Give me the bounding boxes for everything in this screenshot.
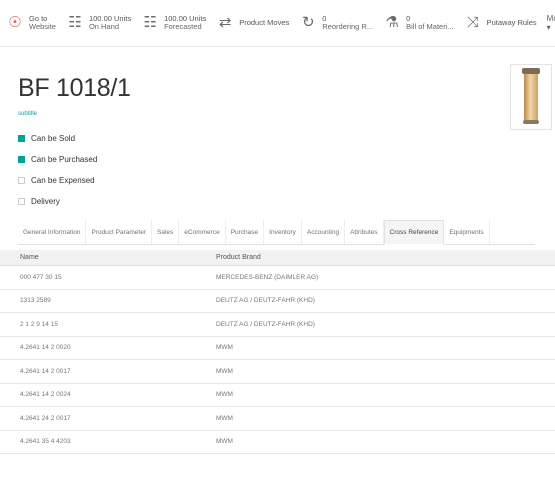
- subtitle-link[interactable]: subtitle: [18, 111, 37, 117]
- checkbox-label: Can be Expensed: [31, 176, 95, 185]
- table-row[interactable]: 4.2641 24 2 0017 MWM: [0, 407, 555, 431]
- smart-button-refresh[interactable]: ↻ 0 Reordering R...: [293, 0, 377, 46]
- tab-equipments[interactable]: Equipments: [444, 220, 490, 244]
- cell-name: 4.2641 14 2 0024: [20, 391, 71, 399]
- smart-button-value: Product Moves: [239, 18, 290, 27]
- cross-reference-table: Name Product Brand 000 477 30 15 MERCEDES…: [0, 250, 555, 454]
- checkbox-row[interactable]: Delivery: [18, 191, 97, 212]
- cell-name: 4.2641 24 2 0017: [20, 414, 71, 422]
- tab-purchase[interactable]: Purchase: [226, 220, 265, 244]
- cubes-icon: ☷: [68, 14, 82, 31]
- refresh-icon: ↻: [301, 14, 315, 31]
- cell-product-brand: MWM: [216, 391, 233, 399]
- flask-icon: ⚗: [385, 14, 399, 31]
- product-title[interactable]: BF 1018/1: [18, 74, 131, 103]
- smart-button-cubes[interactable]: ☷ 100.00 Units Forecasted: [135, 0, 210, 46]
- column-header-name[interactable]: Name: [0, 254, 216, 261]
- cell-name: 2 1 2 9 14 15: [20, 320, 58, 328]
- more-dropdown[interactable]: More ▾: [541, 10, 555, 36]
- checkbox-row[interactable]: Can be Purchased: [18, 149, 97, 170]
- cell-product-brand: MWM: [216, 414, 233, 422]
- cubes-icon: ☷: [143, 14, 157, 31]
- smart-button-bar: ☉ Go to Website ☷ 100.00 Units On Hand ☷ 100.00…: [0, 0, 555, 47]
- smart-button-random[interactable]: ⤨ Putaway Rules: [458, 0, 541, 46]
- product-image[interactable]: [510, 64, 552, 130]
- random-icon: ⤨: [466, 14, 479, 31]
- exchange-icon: ⇄: [218, 14, 232, 31]
- table-row[interactable]: 000 477 30 15 MERCEDES-BENZ (DAIMLER AG): [0, 266, 555, 290]
- smart-button-label: Reordering R...: [322, 22, 374, 31]
- checkbox[interactable]: [18, 156, 25, 163]
- table-header: Name Product Brand: [0, 250, 555, 266]
- smart-button-exchange[interactable]: ⇄ Product Moves: [210, 0, 293, 46]
- checkbox-row[interactable]: Can be Sold: [18, 128, 97, 149]
- cell-product-brand: DEUTZ AG / DEUTZ-FAHR (KHD): [216, 297, 315, 305]
- globe-icon: ☉: [8, 14, 22, 31]
- tab-sales[interactable]: Sales: [152, 220, 180, 244]
- cell-product-brand: MWM: [216, 367, 233, 375]
- checkbox[interactable]: [18, 198, 25, 205]
- tab-general-information[interactable]: General Information: [18, 220, 87, 244]
- tab-attributes[interactable]: Attributes: [345, 220, 384, 244]
- checkbox-row[interactable]: Can be Expensed: [18, 170, 97, 191]
- oil-filter-image: [522, 68, 540, 124]
- cell-name: 4.2641 14 2 0020: [20, 344, 71, 352]
- table-row[interactable]: 4.2641 14 2 0020 MWM: [0, 337, 555, 360]
- product-options: Can be Sold Can be Purchased Can be Expens…: [18, 128, 97, 212]
- table-row[interactable]: 2 1 2 9 14 15 DEUTZ AG / DEUTZ-FAHR (KHD): [0, 313, 555, 337]
- cell-name: 4.2641 14 2 0017: [20, 367, 71, 375]
- smart-button-globe[interactable]: ☉ Go to Website: [0, 0, 60, 46]
- checkbox[interactable]: [18, 135, 25, 142]
- cell-name: 4.2641 35 4 4203: [20, 438, 71, 446]
- tab-accounting[interactable]: Accounting: [302, 220, 346, 244]
- table-row[interactable]: 4.2641 14 2 0024 MWM: [0, 384, 555, 407]
- smart-button-value: Putaway Rules: [486, 18, 537, 27]
- cell-product-brand: MERCEDES-BENZ (DAIMLER AG): [216, 273, 319, 281]
- checkbox-label: Delivery: [31, 197, 60, 206]
- smart-button-cubes[interactable]: ☷ 100.00 Units On Hand: [60, 0, 135, 46]
- table-row[interactable]: 4.2641 14 2 0017 MWM: [0, 360, 555, 384]
- smart-button-label: Bill of Materi...: [406, 22, 454, 31]
- tab-ecommerce[interactable]: eCommerce: [179, 220, 226, 244]
- cell-product-brand: MWM: [216, 344, 233, 352]
- smart-button-label: Website: [29, 22, 56, 31]
- cell-product-brand: MWM: [216, 438, 233, 446]
- checkbox-label: Can be Sold: [31, 134, 76, 143]
- smart-button-flask[interactable]: ⚗ 0 Bill of Materi...: [377, 0, 458, 46]
- cell-name: 000 477 30 15: [20, 273, 62, 281]
- tab-inventory[interactable]: Inventory: [264, 220, 302, 244]
- smart-button-label: On Hand: [88, 22, 119, 31]
- table-row[interactable]: 1313 2589 DEUTZ AG / DEUTZ-FAHR (KHD): [0, 290, 555, 313]
- cell-product-brand: DEUTZ AG / DEUTZ-FAHR (KHD): [216, 320, 315, 328]
- checkbox-label: Can be Purchased: [31, 155, 98, 164]
- table-row[interactable]: 4.2641 35 4 4203 MWM: [0, 431, 555, 454]
- notebook-tabs: General Information Product Parameter Sale…: [18, 219, 535, 245]
- tab-product-parameter[interactable]: Product Parameter: [86, 220, 153, 244]
- column-header-product-brand[interactable]: Product Brand: [216, 254, 555, 261]
- tab-cross-reference[interactable]: Cross Reference: [383, 220, 445, 245]
- cell-name: 1313 2589: [20, 297, 51, 305]
- smart-button-label: Forecasted: [164, 22, 202, 31]
- checkbox[interactable]: [18, 177, 25, 184]
